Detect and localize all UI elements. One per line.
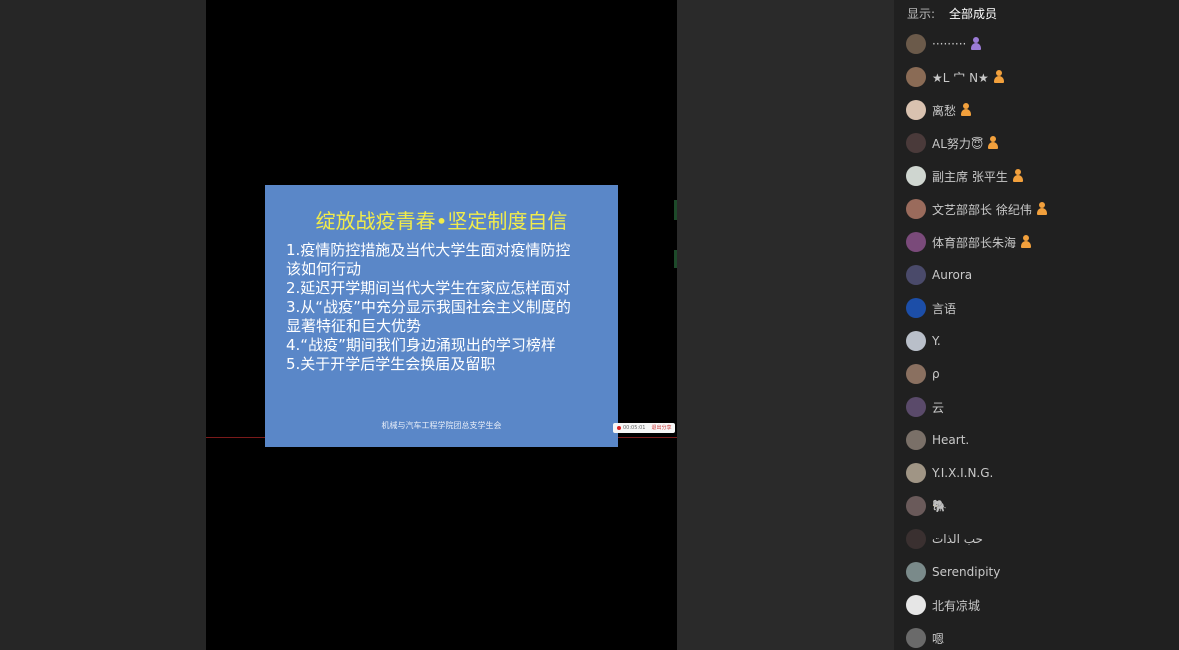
screen: 绽放战疫青春•坚定制度自信 1.疫情防控措施及当代大学生面对疫情防控该如何行动 … — [0, 0, 1179, 650]
member-item[interactable]: ········· — [906, 32, 1166, 56]
member-item[interactable]: Y. — [906, 329, 1166, 353]
filter-label: 显示: — [907, 7, 936, 21]
avatar — [906, 397, 926, 417]
member-name: 嗯 — [932, 631, 945, 646]
avatar — [906, 133, 926, 153]
middle-empty-pane — [677, 0, 894, 650]
member-name: Heart. — [932, 433, 970, 447]
member-filter[interactable]: 显示: 全部成员 — [907, 5, 997, 21]
recording-time: 00:05:01 — [623, 425, 646, 431]
member-item[interactable]: 副主席 张平生 — [906, 164, 1166, 188]
member-list-panel: 显示: 全部成员 ········· ★L 宀 N★ 离愁 AL努力😇 副主席 张平生文艺… — [894, 0, 1179, 650]
member-name: 北有凉城 — [932, 598, 981, 613]
host-badge-icon — [1012, 169, 1024, 183]
member-item[interactable]: Aurora — [906, 263, 1166, 287]
member-name: 体育部部长朱海 — [932, 235, 1017, 250]
member-item[interactable]: 北有凉城 — [906, 593, 1166, 617]
avatar — [906, 166, 926, 186]
avatar — [906, 232, 926, 252]
host-badge-icon — [1020, 235, 1032, 249]
member-item[interactable]: 嗯 — [906, 626, 1166, 650]
member-name: Y.I.X.I.N.G. — [932, 466, 994, 480]
avatar — [906, 430, 926, 450]
admin-badge-icon — [970, 37, 982, 51]
member-name: AL努力😇 — [932, 136, 984, 151]
member-name: ρ — [932, 367, 940, 381]
avatar — [906, 595, 926, 615]
member-name: Serendipity — [932, 565, 1001, 579]
avatar — [906, 298, 926, 318]
slide-item: 3.从“战疫”中充分显示我国社会主义制度的显著特征和巨大优势 — [286, 298, 571, 335]
filter-value[interactable]: 全部成员 — [949, 7, 997, 21]
member-item[interactable]: حب الذات — [906, 527, 1166, 551]
avatar — [906, 265, 926, 285]
member-name: حب الذات — [932, 532, 983, 546]
member-item[interactable]: 文艺部部长 徐纪伟 — [906, 197, 1166, 221]
member-name: 🐘 — [932, 499, 947, 513]
member-item[interactable]: 体育部部长朱海 — [906, 230, 1166, 254]
member-item[interactable]: ρ — [906, 362, 1166, 386]
member-item[interactable]: 云 — [906, 395, 1166, 419]
avatar — [906, 529, 926, 549]
member-name: Aurora — [932, 268, 973, 282]
member-item[interactable]: Y.I.X.I.N.G. — [906, 461, 1166, 485]
share-recorder-bar[interactable]: 00:05:01 退出分享 — [613, 423, 675, 433]
member-name: Y. — [932, 334, 941, 348]
avatar — [906, 331, 926, 351]
member-item[interactable]: Serendipity — [906, 560, 1166, 584]
avatar — [906, 364, 926, 384]
host-badge-icon — [987, 136, 999, 150]
avatar — [906, 67, 926, 87]
slide-item: 4.“战疫”期间我们身边涌现出的学习榜样 — [286, 336, 556, 354]
host-badge-icon — [960, 103, 972, 117]
member-item[interactable]: 言语 — [906, 296, 1166, 320]
member-name: 文艺部部长 徐纪伟 — [932, 202, 1032, 217]
avatar — [906, 628, 926, 648]
left-empty-pane — [0, 0, 206, 650]
member-name: 云 — [932, 400, 945, 415]
avatar — [906, 562, 926, 582]
member-item[interactable]: ★L 宀 N★ — [906, 65, 1166, 89]
avatar — [906, 199, 926, 219]
member-name: 离愁 — [932, 103, 957, 118]
member-item[interactable]: 离愁 — [906, 98, 1166, 122]
host-badge-icon — [1036, 202, 1048, 216]
member-item[interactable]: AL努力😇 — [906, 131, 1166, 155]
member-item[interactable]: Heart. — [906, 428, 1166, 452]
slide-title: 绽放战疫青春•坚定制度自信 — [315, 209, 568, 233]
slide-item: 5.关于开学后学生会换届及留职 — [286, 355, 496, 373]
avatar — [906, 34, 926, 54]
presentation-slide: 绽放战疫青春•坚定制度自信 1.疫情防控措施及当代大学生面对疫情防控该如何行动 … — [265, 185, 618, 447]
member-name: ········· — [932, 37, 967, 51]
avatar — [906, 463, 926, 483]
slide-item: 1.疫情防控措施及当代大学生面对疫情防控该如何行动 — [286, 241, 571, 278]
stop-share-button[interactable]: 退出分享 — [651, 425, 671, 431]
slide-item: 2.延迟开学期间当代大学生在家应怎样面对 — [286, 279, 571, 297]
recording-dot-icon — [617, 425, 621, 430]
avatar — [906, 496, 926, 516]
slide-footer: 机械与汽车工程学院团总支学生会 — [381, 421, 502, 430]
member-name: ★L 宀 N★ — [932, 70, 989, 85]
slide-item-list: 1.疫情防控措施及当代大学生面对疫情防控该如何行动 2.延迟开学期间当代大学生在… — [286, 241, 576, 374]
member-name: 副主席 张平生 — [932, 169, 1008, 184]
avatar — [906, 100, 926, 120]
member-item[interactable]: 🐘 — [906, 494, 1166, 518]
host-badge-icon — [993, 70, 1005, 84]
member-name: 言语 — [932, 301, 957, 316]
